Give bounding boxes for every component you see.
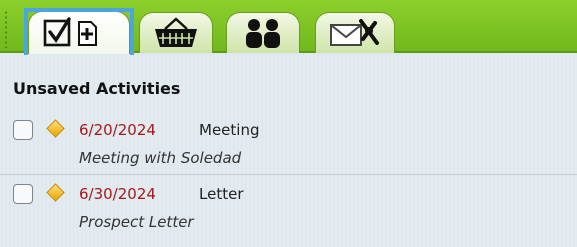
checklist-add-icon bbox=[43, 17, 97, 47]
priority-diamond-icon bbox=[46, 183, 65, 202]
activity-checkbox[interactable] bbox=[13, 184, 33, 204]
tab-contacts[interactable] bbox=[226, 12, 300, 53]
basket-icon bbox=[155, 17, 197, 47]
tab-bar bbox=[0, 0, 577, 59]
people-icon bbox=[246, 19, 280, 48]
activity-type: Meeting bbox=[199, 121, 260, 139]
activity-type: Letter bbox=[199, 185, 244, 203]
activity-row[interactable]: 6/20/2024 Meeting Meeting with Soledad bbox=[0, 112, 577, 174]
grip-handle[interactable] bbox=[4, 10, 8, 48]
activity-description[interactable]: Prospect Letter bbox=[79, 213, 194, 231]
activity-date: 6/20/2024 bbox=[79, 121, 156, 139]
activity-date: 6/30/2024 bbox=[79, 185, 156, 203]
row-divider bbox=[0, 174, 577, 175]
priority-diamond-icon bbox=[46, 119, 65, 138]
activity-row[interactable]: 6/30/2024 Letter Prospect Letter bbox=[0, 176, 577, 238]
activity-checkbox[interactable] bbox=[13, 120, 33, 140]
mail-icon bbox=[330, 19, 379, 46]
tab-mail[interactable] bbox=[315, 12, 395, 53]
section-title: Unsaved Activities bbox=[13, 79, 181, 98]
tab-basket[interactable] bbox=[139, 12, 213, 53]
tab-activities[interactable] bbox=[28, 11, 130, 54]
activity-description[interactable]: Meeting with Soledad bbox=[79, 149, 241, 167]
